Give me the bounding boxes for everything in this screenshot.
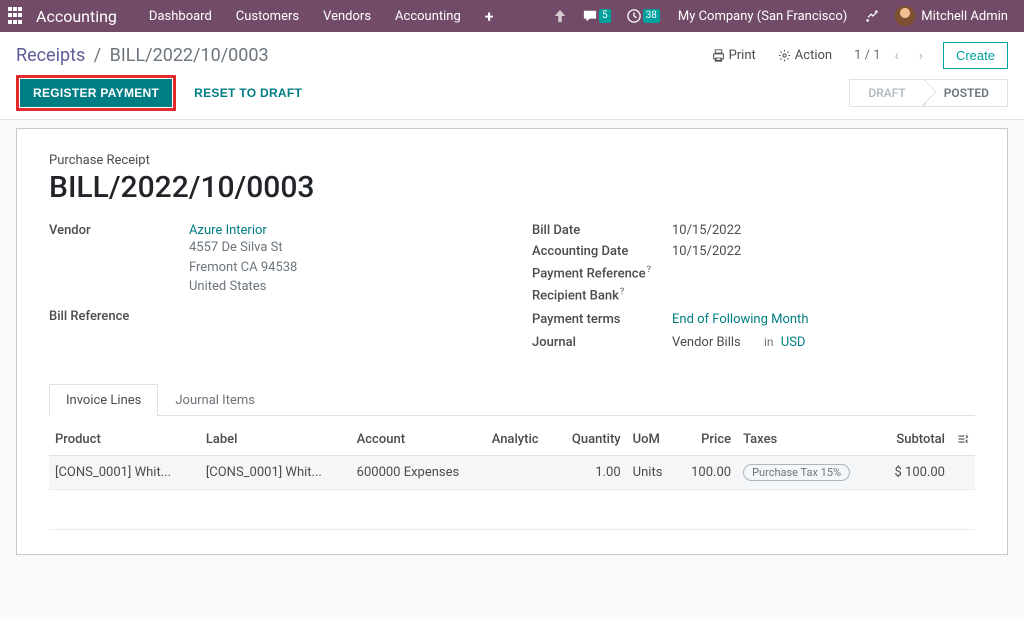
help-icon[interactable]: ? [620,287,624,297]
accounting-date-value: 10/15/2022 [672,244,741,259]
avatar [895,6,915,26]
app-brand[interactable]: Accounting [36,7,117,26]
cell-product: [CONS_0001] Whit... [49,455,200,489]
vendor-address-1: 4557 De Silva St [189,238,297,258]
messages-badge: 5 [599,9,611,23]
page-title: BILL/2022/10/0003 [49,170,975,205]
col-uom[interactable]: UoM [627,424,676,456]
cell-taxes: Purchase Tax 15% [737,455,877,489]
status-bar: DRAFT POSTED [849,79,1008,107]
tab-journal-items[interactable]: Journal Items [158,384,272,416]
activities-icon[interactable]: 38 [619,0,668,32]
menu-customers[interactable]: Customers [224,0,311,32]
highlight-annotation: REGISTER PAYMENT [16,75,176,111]
print-button[interactable]: Print [704,44,764,67]
breadcrumb: Receipts / BILL/2022/10/0003 [16,45,269,66]
vendor-address-3: United States [189,277,297,297]
menu-accounting[interactable]: Accounting [383,0,473,32]
debug-icon[interactable] [857,0,887,32]
action-button[interactable]: Action [770,44,840,67]
reset-to-draft-button[interactable]: RESET TO DRAFT [182,80,314,106]
gear-icon [778,49,791,62]
menu-vendors[interactable]: Vendors [311,0,383,32]
recipient-bank-label: Recipient Bank? [532,287,672,303]
cell-subtotal: $ 100.00 [877,455,951,489]
payment-terms-label: Payment terms [532,312,672,327]
help-icon[interactable]: ? [647,265,651,275]
activities-badge: 38 [643,9,660,23]
bill-date-label: Bill Date [532,223,672,238]
col-price[interactable]: Price [676,424,737,456]
tabs: Invoice Lines Journal Items [49,384,975,416]
cell-account: 600000 Expenses [351,455,486,489]
currency-value[interactable]: USD [781,335,806,350]
cell-label: [CONS_0001] Whit... [200,455,351,489]
user-name: Mitchell Admin [921,9,1008,24]
top-nav: Accounting Dashboard Customers Vendors A… [0,0,1024,32]
user-menu[interactable]: Mitchell Admin [887,0,1016,32]
left-column: Vendor Azure Interior 4557 De Silva St F… [49,223,492,356]
invoice-lines-table: Product Label Account Analytic Quantity … [49,424,975,490]
cell-uom: Units [627,455,676,489]
status-draft[interactable]: DRAFT [849,79,924,107]
col-account[interactable]: Account [351,424,486,456]
print-icon [712,49,725,62]
pager-next[interactable]: › [913,46,929,66]
messages-icon[interactable]: 5 [575,0,619,32]
register-payment-button[interactable]: REGISTER PAYMENT [20,79,172,107]
col-quantity[interactable]: Quantity [555,424,627,456]
menu-dashboard[interactable]: Dashboard [137,0,224,32]
receipt-type-label: Purchase Receipt [49,153,975,168]
control-panel: Receipts / BILL/2022/10/0003 Print Actio… [0,32,1024,120]
menu-add[interactable]: + [473,0,506,32]
cell-quantity: 1.00 [555,455,627,489]
vendor-label: Vendor [49,223,189,238]
options-icon[interactable] [957,433,969,445]
form-sheet: Purchase Receipt BILL/2022/10/0003 Vendo… [16,128,1008,555]
tax-chip: Purchase Tax 15% [743,464,850,481]
shortcut-icon[interactable] [545,0,575,32]
breadcrumb-root[interactable]: Receipts [16,45,85,66]
vendor-address-2: Fremont CA 94538 [189,258,297,278]
table-row[interactable]: [CONS_0001] Whit... [CONS_0001] Whit... … [49,455,975,489]
pager: 1 / 1 ‹ › [854,46,929,66]
cell-analytic [486,455,555,489]
cell-price: 100.00 [676,455,737,489]
apps-menu-icon[interactable] [8,7,26,25]
payment-reference-label: Payment Reference? [532,265,672,281]
col-options[interactable] [951,424,975,456]
pager-prev[interactable]: ‹ [889,46,905,66]
status-posted[interactable]: POSTED [925,79,1008,107]
col-label[interactable]: Label [200,424,351,456]
right-column: Bill Date 10/15/2022 Accounting Date 10/… [532,223,975,356]
company-switcher[interactable]: My Company (San Francisco) [668,9,857,24]
journal-value: Vendor Bills in USD [672,335,805,350]
col-analytic[interactable]: Analytic [486,424,555,456]
create-button[interactable]: Create [943,42,1008,69]
payment-terms-value[interactable]: End of Following Month [672,312,808,327]
breadcrumb-current: BILL/2022/10/0003 [110,45,269,66]
bill-reference-label: Bill Reference [49,309,189,324]
bill-date-value: 10/15/2022 [672,223,741,238]
journal-label: Journal [532,335,672,350]
accounting-date-label: Accounting Date [532,244,672,259]
col-subtotal[interactable]: Subtotal [877,424,951,456]
tab-invoice-lines[interactable]: Invoice Lines [49,384,158,416]
col-taxes[interactable]: Taxes [737,424,877,456]
vendor-value[interactable]: Azure Interior [189,223,297,238]
col-product[interactable]: Product [49,424,200,456]
